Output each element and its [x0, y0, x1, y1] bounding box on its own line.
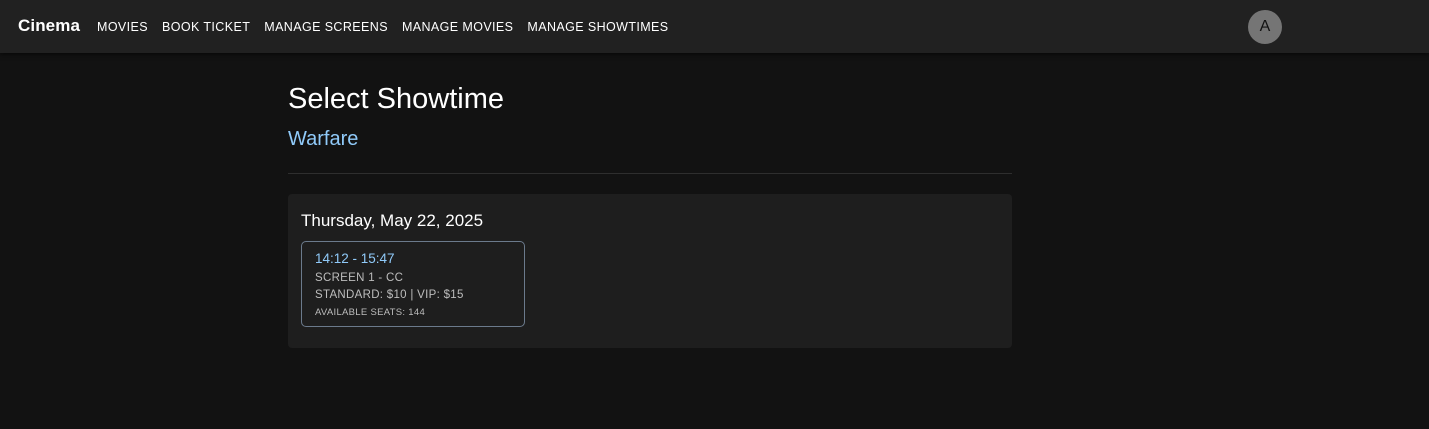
- showtime-available-seats: AVAILABLE SEATS: 144: [315, 307, 426, 318]
- divider: [288, 173, 1012, 174]
- nav-manage-movies[interactable]: MANAGE MOVIES: [395, 14, 520, 40]
- showtime-time: 14:12 - 15:47: [315, 251, 395, 266]
- nav-manage-screens[interactable]: MANAGE SCREENS: [257, 14, 395, 40]
- nav-book-ticket[interactable]: BOOK TICKET: [155, 14, 257, 40]
- nav-movies[interactable]: MOVIES: [90, 14, 155, 40]
- user-avatar[interactable]: A: [1248, 10, 1282, 44]
- day-date: Thursday, May 22, 2025: [301, 211, 484, 230]
- page-title: Select Showtime: [288, 83, 504, 115]
- main-nav: MOVIES BOOK TICKET MANAGE SCREENS MANAGE…: [90, 0, 676, 53]
- day-card: Thursday, May 22, 2025 14:12 - 15:47 SCR…: [288, 194, 1012, 348]
- nav-manage-showtimes[interactable]: MANAGE SHOWTIMES: [520, 14, 675, 40]
- showtime-card[interactable]: 14:12 - 15:47 SCREEN 1 - CC STANDARD: $1…: [301, 241, 525, 327]
- showtime-screen: SCREEN 1 - CC: [315, 272, 404, 284]
- brand-logo[interactable]: Cinema: [18, 16, 80, 36]
- showtime-price: STANDARD: $10 | VIP: $15: [315, 289, 464, 301]
- main-content: Select Showtime Warfare Thursday, May 22…: [288, 82, 1012, 348]
- movie-title: Warfare: [288, 128, 359, 150]
- app-bar: Cinema MOVIES BOOK TICKET MANAGE SCREENS…: [0, 0, 1429, 53]
